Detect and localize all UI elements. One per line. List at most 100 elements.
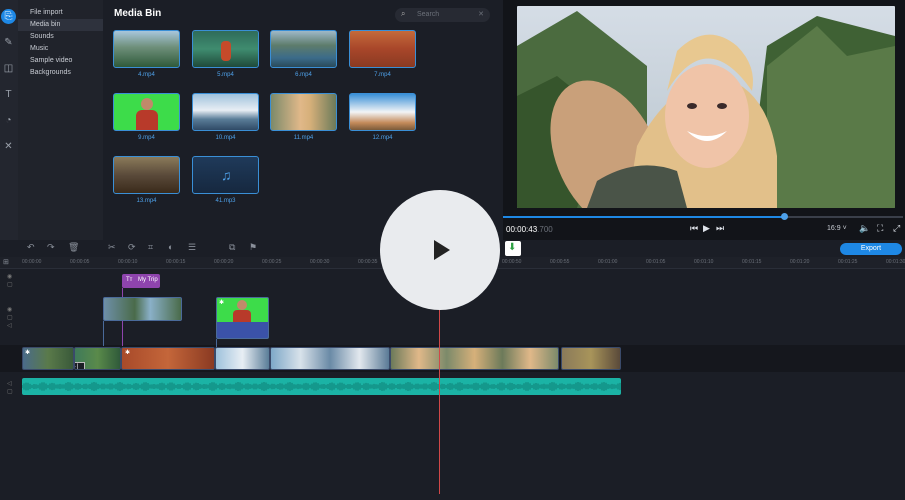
timecode: 00:00:43.700 — [506, 225, 553, 234]
sidebar-item-backgrounds[interactable]: Backgrounds — [18, 67, 103, 79]
stickers-icon[interactable]: ◔ — [1, 113, 16, 128]
media-thumb-13[interactable] — [113, 156, 180, 194]
media-thumb-41[interactable]: ♫ — [192, 156, 259, 194]
search-placeholder: Search — [417, 11, 440, 18]
clip-settings-icon[interactable]: ✱ — [219, 299, 224, 306]
overlay-track-lock-icon[interactable]: ▢ — [7, 314, 13, 321]
overlay-icon[interactable]: ⧉ — [229, 242, 235, 253]
overlay-clip-landscape[interactable] — [103, 297, 182, 321]
sidebar-item-music[interactable]: Music — [18, 43, 103, 55]
title-clip[interactable]: Tт My Trip — [122, 274, 160, 288]
media-label-41: 41.mp3 — [215, 198, 236, 204]
overlay-clip-link-2 — [216, 339, 217, 347]
sidebar-item-media-bin[interactable]: Media bin — [18, 19, 103, 31]
overlay-clip-link — [103, 321, 104, 346]
marker-button[interactable]: ⬇ — [505, 241, 521, 256]
progress-fill — [503, 216, 785, 218]
video-clip-6[interactable] — [390, 347, 559, 370]
media-thumb-6[interactable] — [270, 30, 337, 68]
ruler-tick: 00:00:15 — [166, 259, 186, 265]
media-thumb-5[interactable] — [192, 30, 259, 68]
video-clip-5[interactable] — [270, 347, 390, 370]
audio-waveform — [22, 382, 621, 391]
audio-track-mute-icon[interactable]: ◁ — [7, 380, 12, 387]
aspect-ratio-select[interactable]: 16:9 ˅ — [827, 225, 847, 232]
title-clip-icon: Tт — [126, 277, 133, 283]
media-thumb-9[interactable] — [113, 93, 180, 131]
wand-icon[interactable]: ✎ — [1, 35, 16, 50]
video-clip-3[interactable]: ✱ — [121, 347, 215, 370]
audio-clip[interactable] — [22, 378, 621, 395]
add-track-icon[interactable]: ⊞ — [3, 258, 9, 266]
timecode-main: 00:00:43 — [506, 225, 538, 234]
video-clip-4[interactable] — [215, 347, 270, 370]
ruler-tick: 00:00:55 — [550, 259, 570, 265]
overlay-track-audio-icon[interactable]: ◁ — [7, 322, 12, 329]
media-thumb-4[interactable] — [113, 30, 180, 68]
volume-icon[interactable]: 🔈 — [859, 223, 870, 234]
ruler-tick: 00:01:25 — [838, 259, 858, 265]
redo-icon[interactable]: ↷ — [47, 242, 55, 253]
import-icon[interactable]: ⎘ — [1, 9, 16, 24]
video-clip-7[interactable] — [561, 347, 621, 370]
overlay-track-visibility-icon[interactable]: ◉ — [7, 306, 12, 313]
tool-strip: ⎘ ✎ ◫ T ◔ ✕ — [0, 0, 18, 240]
media-thumb-11[interactable] — [270, 93, 337, 131]
sidebar-item-sample-video[interactable]: Sample video — [18, 55, 103, 67]
video-clip-1[interactable]: ✱ — [22, 347, 74, 370]
video-clip-2[interactable]: ▶⎥ — [74, 347, 121, 370]
clear-search-icon[interactable]: ✕ — [478, 10, 484, 18]
ruler-tick: 00:01:30 — [886, 259, 905, 265]
export-button[interactable]: Export — [840, 243, 902, 255]
clip-properties-icon[interactable]: ☰ — [188, 242, 196, 253]
media-label-5: 5.mp4 — [217, 72, 234, 78]
media-label-10: 10.mp4 — [215, 135, 236, 141]
sidebar-item-file-import[interactable]: File import — [18, 7, 103, 19]
title-track-lock-icon[interactable]: ▢ — [7, 281, 13, 288]
ruler-tick: 00:01:05 — [646, 259, 666, 265]
media-thumb-7[interactable] — [349, 30, 416, 68]
title-track-visibility-icon[interactable]: ◉ — [7, 273, 12, 280]
overlay-clip-chroma[interactable]: ✱ — [216, 297, 269, 339]
search-input[interactable]: ⌕ Search ✕ — [395, 8, 490, 22]
progress-handle[interactable] — [781, 213, 788, 220]
fullscreen-icon[interactable]: ⤢ — [893, 223, 900, 234]
ruler-tick: 00:00:25 — [262, 259, 282, 265]
skip-back-icon[interactable]: ⏮ — [690, 223, 698, 234]
media-label-12: 12.mp4 — [372, 135, 393, 141]
titles-icon[interactable]: T — [1, 87, 16, 102]
ruler-tick: 00:01:20 — [790, 259, 810, 265]
ruler-tick: 00:00:50 — [502, 259, 522, 265]
media-thumb-12[interactable] — [349, 93, 416, 131]
clip-settings-icon[interactable]: ✱ — [125, 349, 130, 356]
play-overlay-icon — [434, 240, 450, 260]
transition-icon[interactable]: ▶⎥ — [75, 362, 85, 369]
color-adjust-icon[interactable]: ◐ — [168, 242, 173, 252]
media-label-6: 6.mp4 — [295, 72, 312, 78]
undo-icon[interactable]: ↶ — [27, 242, 35, 253]
sidebar: File import Media bin Sounds Music Sampl… — [18, 0, 103, 240]
fit-icon[interactable]: ⛶ — [877, 223, 883, 234]
media-thumb-10[interactable] — [192, 93, 259, 131]
ruler-tick: 00:01:10 — [694, 259, 714, 265]
play-icon[interactable]: ▶ — [703, 223, 710, 234]
media-label-11: 11.mp4 — [293, 135, 314, 141]
cut-icon[interactable]: ✂ — [108, 242, 116, 253]
clip-settings-icon[interactable]: ✱ — [25, 349, 30, 356]
flag-icon[interactable]: ⚑ — [249, 242, 257, 253]
delete-icon[interactable]: 🗑 — [68, 242, 79, 253]
ruler-tick: 00:01:00 — [598, 259, 618, 265]
crop-icon[interactable]: ⌗ — [148, 242, 153, 253]
transitions-icon[interactable]: ◫ — [1, 61, 16, 76]
ruler-tick: 00:00:00 — [22, 259, 42, 265]
rotate-icon[interactable]: ⟳ — [128, 242, 136, 253]
skip-forward-icon[interactable]: ⏭ — [716, 223, 724, 234]
sidebar-item-sounds[interactable]: Sounds — [18, 31, 103, 43]
more-tools-icon[interactable]: ✕ — [1, 139, 16, 154]
media-label-7: 7.mp4 — [374, 72, 391, 78]
music-note-icon: ♫ — [221, 167, 232, 183]
audio-track-lock-icon[interactable]: ▢ — [7, 388, 13, 395]
ruler-tick: 00:00:10 — [118, 259, 138, 265]
video-preview[interactable] — [517, 6, 895, 208]
media-label-13: 13.mp4 — [136, 198, 157, 204]
